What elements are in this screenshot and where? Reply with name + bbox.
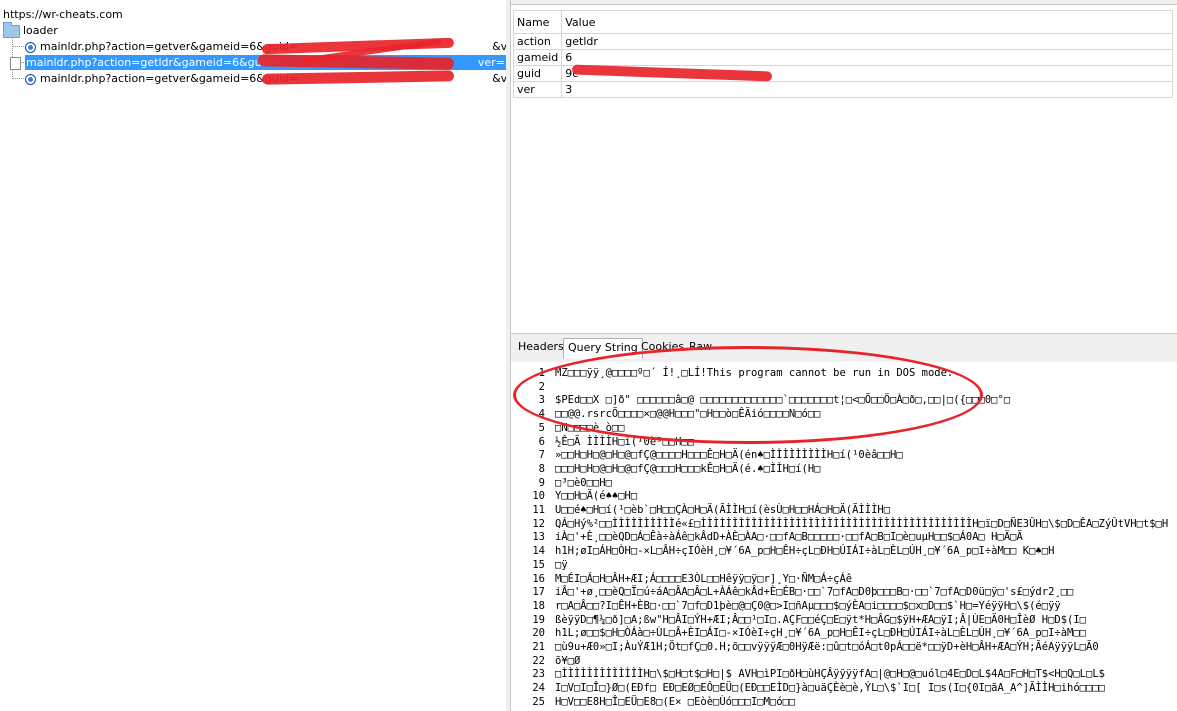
line-number: 8 (538, 462, 545, 475)
file-icon (10, 56, 21, 70)
line-text: H□V□□E8H□Î□EÜ□E8□(E× □Eòè□Ùó□□□I□M□ó□□ (555, 695, 796, 708)
line-text: h1L;ø□□$□H□ÒÁà□÷ÙL□Â+ÈI□ÁI□-×IÓèI÷çH¸□¥´… (555, 627, 1087, 640)
line-number: 21 (532, 641, 545, 653)
line-number: 4 (538, 408, 545, 421)
query-params-table: Name Value action getldr gameid 6 guid 9… (512, 10, 1174, 98)
line-text: QÁ□Hý%²□□ÌÌÌÌÌÌÌÌÌÌé«£□ÌÌÌÌÌÌÌÌÌÌÌÌÌÌÌÌÌ… (555, 517, 1169, 530)
line-text: □N□□□□è ò□□ (555, 421, 625, 434)
line-number: 15 (532, 558, 545, 571)
content-viewer[interactable]: 1 MZ□□□ÿÿ¸@□□□□º□´ Í!¸□LÍ!This program ca… (511, 362, 1177, 711)
tab-raw[interactable]: Raw (685, 338, 716, 356)
folder-icon (3, 21, 20, 38)
line-number: 9 (538, 476, 545, 489)
tab-headers[interactable]: Headers (514, 338, 568, 356)
param-name: gameid (512, 49, 563, 66)
line-number: 10 (532, 490, 545, 503)
tree-item-label: mainldr.php?action=getver&gameid=6&guid= (40, 72, 299, 85)
request-icon (25, 73, 36, 85)
line-number: 25 (532, 695, 545, 708)
line-number: 16 (532, 572, 545, 585)
line-text: U□□é♠□H□í(¹□èb`□H□□ÇÀ□H□Ä(ÃÌÌH□í(èsÙ□H□□… (555, 504, 891, 516)
col-header-value[interactable]: Value (561, 10, 1174, 34)
line-number: 2 (538, 380, 545, 393)
line-number: 6 (538, 435, 545, 448)
line-text: □³□è0□□H□ (555, 476, 612, 489)
request-tree-pane[interactable]: https://wr-cheats.com loader mainldr.php… (0, 0, 535, 711)
line-text: Y□□H□Ä(é♠♠□H□ (555, 490, 638, 503)
line-number: 5 (538, 421, 545, 434)
top-tab-strip (511, 0, 1177, 5)
line-number: 19 (532, 613, 545, 626)
line-number: 11 (532, 504, 545, 516)
param-name: action (512, 33, 563, 50)
line-text: MZ□□□ÿÿ¸@□□□□º□´ Í!¸□LÍ!This program can… (555, 367, 954, 379)
tree-connector (12, 78, 24, 79)
line-text: ½Ê□Ã ÌÌÌÌH□í(¹0è³□□H□□ (555, 435, 695, 448)
line-text: I□V□I□Î□}Ø□(EÐf□ EÐ□EØ□EÔ□EÜ□(EÐ□□EÌD□}à… (555, 682, 1105, 695)
tree-item-label: mainldr.php?action=getldr&gameid=6&guid= (26, 56, 281, 69)
line-text: $PEd□□X □]ð" □□□□□□â□@ □□□□□□□□□□□□□`□□□… (555, 394, 1011, 407)
line-number: 24 (532, 682, 545, 695)
tab-query-string[interactable]: Query String (563, 338, 643, 359)
param-value: 9c (561, 64, 1174, 82)
tree-connector (12, 46, 24, 47)
line-text: □ÌÌÌÌÌÌÌÌÌÌÌÌÌH□\$□H□t$□H□|$ AVH□ìPI□ðH□… (555, 668, 1105, 681)
tree-item-label: mainldr.php?action=getver&gameid=6&guid= (40, 40, 299, 53)
line-text: »□□H□H□@□H□@□fÇ@□□□□H□□□Ê□H□Ä(én♠□ÌÌÌÌÌÌ… (555, 449, 903, 462)
line-text: r□A□Â□□?I□ÊH+ÈB□·□□`7□f□D1þè□@□Ç0@□>I□ñA… (555, 599, 1061, 612)
line-text: iÂ□'+ø¸□□èQ□Ï□ú÷áA□ÂA□Â□L+ÀÁê□kÂd+È□ÉB□·… (555, 586, 1074, 599)
line-text: ßèÿÿD□¶¼□ð]□A;ßw"H□ÂI□ÝH+ÆI;Â□□¹□I□.AÇF□… (555, 613, 1087, 626)
table-row[interactable]: gameid 6 (512, 49, 1174, 66)
tree-folder-loader[interactable]: loader (3, 21, 58, 38)
line-number: 14 (532, 545, 545, 558)
line-text: M□ÉI□Á□H□ÂH+ÆI;Á□□□□E3ÒL□□Hêÿÿ□ÿ□r]¸Y□·Ñ… (555, 572, 853, 585)
param-value: getldr (561, 33, 1174, 50)
col-header-name[interactable]: Name (512, 10, 563, 34)
tree-root-url[interactable]: https://wr-cheats.com (3, 8, 123, 21)
line-number: 22 (532, 654, 545, 667)
line-text: h1H;øI□ÁH□ÒH□-×L□ÂH÷çIÓèH¸□¥´6A_p□H□ÊH÷ç… (555, 545, 1055, 558)
table-row[interactable]: ver 3 (512, 81, 1174, 98)
line-text: □□□H□H□@□H□@□fÇ@□□□H□□□kÊ□H□Ä(é.♠□ÌÌH□í(… (555, 462, 821, 475)
line-number: 17 (532, 586, 545, 599)
line-text: iÀ□'+È¸□□èQD□Á□Êà÷àÁê□kÂdD+ÀÈ□ÀA□·□□fA□B… (555, 531, 1023, 544)
param-value: 3 (561, 81, 1174, 98)
line-text: □ù9u+Æ0»□I;ÀuÝÆ1H;Öt□fÇ□0.H;õ□□vÿÿÿÆ□0Hÿ… (555, 641, 1099, 653)
table-row[interactable]: action getldr (512, 33, 1174, 50)
line-number: 13 (532, 531, 545, 544)
tree-folder-label: loader (23, 24, 58, 37)
line-number: 3 (538, 394, 545, 407)
line-number: 18 (532, 599, 545, 612)
line-number: 12 (532, 517, 545, 530)
param-name: ver (512, 81, 563, 98)
table-row[interactable]: guid 9c (512, 64, 1174, 82)
request-icon (25, 41, 36, 53)
params-header-row: Name Value (512, 10, 1174, 34)
inspector-tab-bar: Headers Query String Cookies Raw (511, 333, 1177, 363)
detail-pane: Name Value action getldr gameid 6 guid 9… (511, 0, 1177, 711)
line-number: 23 (532, 668, 545, 681)
line-text: õ¥□Ø (555, 654, 581, 667)
line-number: 1 (538, 367, 545, 379)
line-number: 7 (538, 449, 545, 462)
line-text: □□@@.rsrcÕ□□□□×□@@H□□□"□H□□ò□ÊÃió□□□□N□ó… (555, 408, 821, 421)
param-name: guid (512, 65, 563, 82)
tab-cookies[interactable]: Cookies (637, 338, 688, 356)
redaction-mark (572, 64, 773, 82)
line-text: □ÿ (555, 558, 568, 571)
line-number: 20 (532, 627, 545, 640)
param-value: 6 (561, 49, 1174, 66)
